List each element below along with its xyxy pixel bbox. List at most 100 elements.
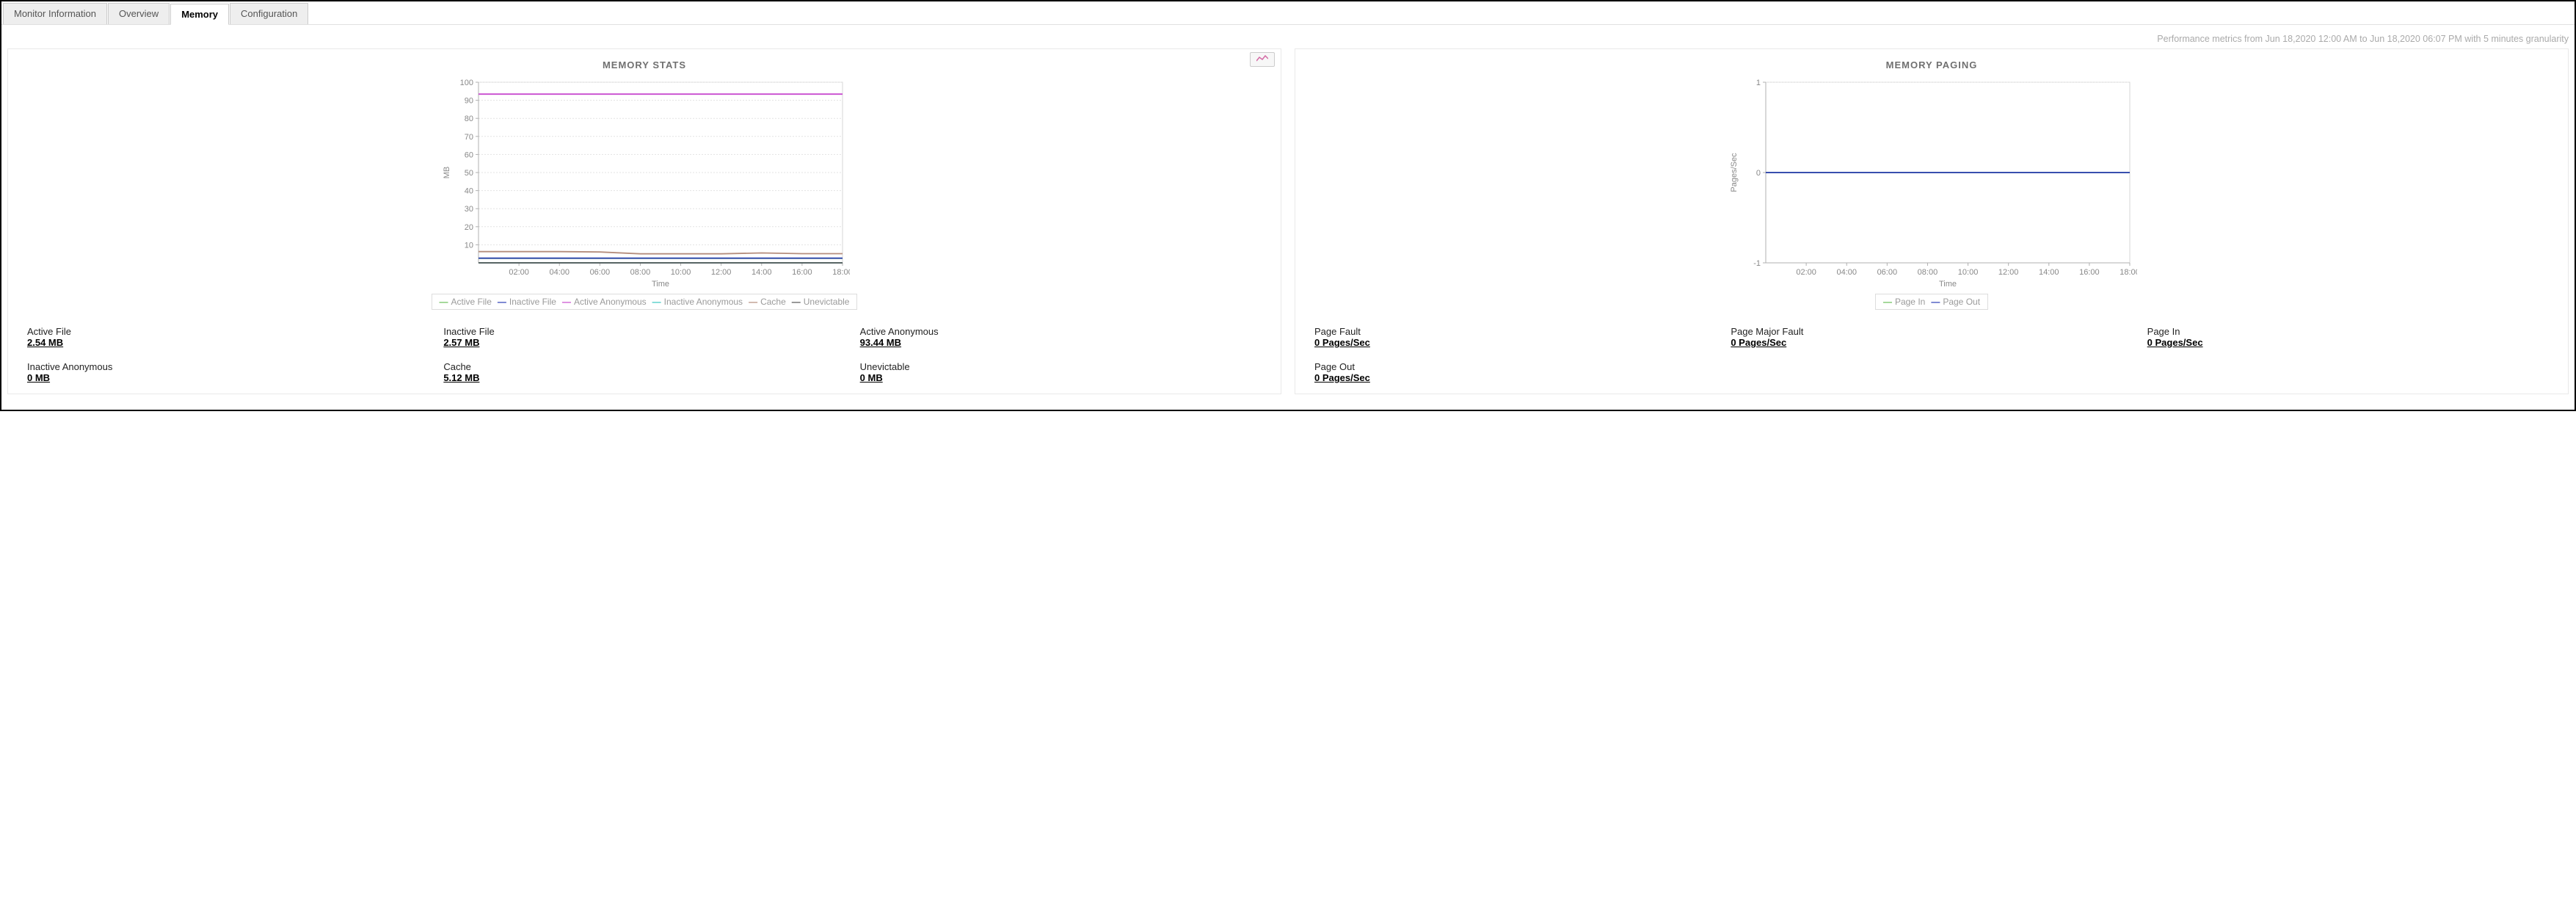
stat-cell: Active Anonymous93.44 MB bbox=[860, 326, 1262, 348]
svg-text:16:00: 16:00 bbox=[792, 268, 812, 277]
memory-paging-panel: MEMORY PAGING -10102:0004:0006:0008:0010… bbox=[1295, 48, 2569, 394]
legend-swatch-icon: — bbox=[1931, 297, 1940, 307]
legend-swatch-icon: — bbox=[652, 297, 661, 307]
legend-swatch-icon: — bbox=[749, 297, 757, 307]
stat-cell: Unevictable0 MB bbox=[860, 361, 1262, 383]
legend-label: Inactive Anonymous bbox=[664, 297, 743, 307]
legend-item[interactable]: —Page Out bbox=[1929, 297, 1982, 307]
legend-label: Unevictable bbox=[804, 297, 850, 307]
stat-label: Active File bbox=[27, 326, 429, 337]
svg-text:Time: Time bbox=[1939, 280, 1957, 289]
svg-text:1: 1 bbox=[1756, 79, 1761, 87]
stat-cell: Inactive Anonymous0 MB bbox=[27, 361, 429, 383]
memory-stats-values: Active File2.54 MB Inactive File2.57 MB Ac… bbox=[15, 310, 1273, 386]
memory-stats-title: MEMORY STATS bbox=[15, 54, 1273, 76]
legend-item[interactable]: —Inactive Anonymous bbox=[651, 297, 744, 307]
svg-text:100: 100 bbox=[460, 79, 473, 87]
svg-text:16:00: 16:00 bbox=[2079, 268, 2100, 277]
svg-text:50: 50 bbox=[465, 169, 473, 178]
legend-label: Page In bbox=[1895, 297, 1925, 307]
legend-swatch-icon: — bbox=[440, 297, 448, 307]
memory-stats-legend: —Active File—Inactive File—Active Anonym… bbox=[432, 294, 858, 310]
svg-text:14:00: 14:00 bbox=[752, 268, 772, 277]
stat-cell: Inactive File2.57 MB bbox=[443, 326, 845, 348]
svg-text:30: 30 bbox=[465, 205, 473, 214]
legend-label: Active File bbox=[451, 297, 492, 307]
legend-item[interactable]: —Active Anonymous bbox=[561, 297, 648, 307]
svg-text:Time: Time bbox=[652, 280, 669, 289]
stat-value[interactable]: 0 MB bbox=[27, 372, 429, 383]
stat-cell: Page In0 Pages/Sec bbox=[2147, 326, 2549, 348]
legend-swatch-icon: — bbox=[498, 297, 506, 307]
stat-label: Active Anonymous bbox=[860, 326, 1262, 337]
tab-memory[interactable]: Memory bbox=[170, 4, 229, 25]
stat-value[interactable]: 0 Pages/Sec bbox=[2147, 337, 2549, 348]
svg-text:40: 40 bbox=[465, 187, 473, 196]
svg-text:08:00: 08:00 bbox=[1918, 268, 1938, 277]
stat-cell: Active File2.54 MB bbox=[27, 326, 429, 348]
tab-bar: Monitor Information Overview Memory Conf… bbox=[1, 1, 2575, 25]
legend-label: Inactive File bbox=[509, 297, 556, 307]
stat-label: Inactive Anonymous bbox=[27, 361, 429, 372]
legend-swatch-icon: — bbox=[562, 297, 571, 307]
svg-text:-1: -1 bbox=[1753, 259, 1761, 268]
chart-type-icon[interactable] bbox=[1250, 52, 1275, 67]
legend-item[interactable]: —Active File bbox=[438, 297, 493, 307]
svg-text:02:00: 02:00 bbox=[509, 268, 529, 277]
stat-value[interactable]: 0 Pages/Sec bbox=[1731, 337, 2132, 348]
legend-item[interactable]: —Inactive File bbox=[496, 297, 558, 307]
stat-cell: Page Out0 Pages/Sec bbox=[1314, 361, 1716, 383]
svg-text:04:00: 04:00 bbox=[549, 268, 570, 277]
metrics-time-range: Performance metrics from Jun 18,2020 12:… bbox=[1, 25, 2575, 48]
svg-text:60: 60 bbox=[465, 151, 473, 159]
svg-text:90: 90 bbox=[465, 97, 473, 106]
stat-cell: Cache5.12 MB bbox=[443, 361, 845, 383]
stat-label: Page Out bbox=[1314, 361, 1716, 372]
tab-overview[interactable]: Overview bbox=[108, 3, 170, 24]
stat-value[interactable]: 5.12 MB bbox=[443, 372, 845, 383]
svg-text:80: 80 bbox=[465, 115, 473, 123]
tab-configuration[interactable]: Configuration bbox=[230, 3, 308, 24]
tab-monitor-information[interactable]: Monitor Information bbox=[3, 3, 107, 24]
stat-value[interactable]: 0 MB bbox=[860, 372, 1262, 383]
legend-label: Page Out bbox=[1943, 297, 1980, 307]
svg-text:08:00: 08:00 bbox=[630, 268, 651, 277]
memory-paging-title: MEMORY PAGING bbox=[1303, 54, 2561, 76]
stat-label: Unevictable bbox=[860, 361, 1262, 372]
stat-label: Cache bbox=[443, 361, 845, 372]
svg-text:20: 20 bbox=[465, 223, 473, 232]
stat-cell: Page Major Fault0 Pages/Sec bbox=[1731, 326, 2132, 348]
legend-item[interactable]: —Cache bbox=[747, 297, 787, 307]
svg-text:02:00: 02:00 bbox=[1796, 268, 1816, 277]
svg-text:14:00: 14:00 bbox=[2039, 268, 2059, 277]
stat-label: Page Major Fault bbox=[1731, 326, 2132, 337]
memory-paging-values: Page Fault0 Pages/SecPage Major Fault0 P… bbox=[1303, 310, 2561, 386]
svg-text:18:00: 18:00 bbox=[832, 268, 850, 277]
memory-paging-chart[interactable]: -10102:0004:0006:0008:0010:0012:0014:001… bbox=[1726, 76, 2137, 289]
stat-value[interactable]: 0 Pages/Sec bbox=[1314, 337, 1716, 348]
svg-text:18:00: 18:00 bbox=[2120, 268, 2137, 277]
svg-text:12:00: 12:00 bbox=[711, 268, 732, 277]
legend-label: Cache bbox=[760, 297, 786, 307]
legend-item[interactable]: —Page In bbox=[1882, 297, 1926, 307]
svg-text:04:00: 04:00 bbox=[1836, 268, 1857, 277]
svg-text:06:00: 06:00 bbox=[590, 268, 611, 277]
stat-value[interactable]: 0 Pages/Sec bbox=[1314, 372, 1716, 383]
svg-text:10: 10 bbox=[465, 241, 473, 250]
svg-text:10:00: 10:00 bbox=[671, 268, 691, 277]
legend-swatch-icon: — bbox=[1883, 297, 1892, 307]
stat-label: Inactive File bbox=[443, 326, 845, 337]
memory-stats-panel: MEMORY STATS 10 20 30 40 50 60 70 80 90 100 02:00 0… bbox=[7, 48, 1281, 394]
legend-swatch-icon: — bbox=[792, 297, 801, 307]
svg-text:70: 70 bbox=[465, 133, 473, 142]
stat-value[interactable]: 2.57 MB bbox=[443, 337, 845, 348]
svg-text:06:00: 06:00 bbox=[1877, 268, 1898, 277]
memory-stats-chart[interactable]: 10 20 30 40 50 60 70 80 90 100 02:00 04:00 06:00 08:0… bbox=[439, 76, 850, 289]
stat-value[interactable]: 2.54 MB bbox=[27, 337, 429, 348]
stat-value[interactable]: 93.44 MB bbox=[860, 337, 1262, 348]
stat-label: Page Fault bbox=[1314, 326, 1716, 337]
legend-item[interactable]: —Unevictable bbox=[790, 297, 851, 307]
stat-cell: Page Fault0 Pages/Sec bbox=[1314, 326, 1716, 348]
svg-text:MB: MB bbox=[443, 167, 451, 179]
svg-text:Pages/Sec: Pages/Sec bbox=[1730, 153, 1739, 192]
